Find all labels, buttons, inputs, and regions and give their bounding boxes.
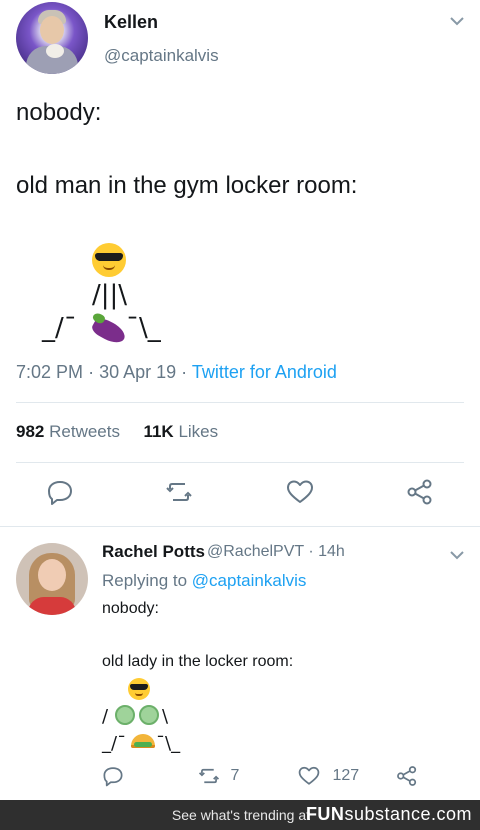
art-row3-left: _/¯ xyxy=(42,313,77,343)
retweets-label[interactable]: Retweets xyxy=(49,422,120,441)
share-icon xyxy=(407,479,432,505)
tweet-time: 7:02 PM xyxy=(16,362,84,382)
likes-label[interactable]: Likes xyxy=(178,422,218,441)
mouth xyxy=(103,265,115,270)
retweet-button[interactable] xyxy=(165,478,193,506)
eggplant-cap xyxy=(91,311,107,326)
reply-time: 14h xyxy=(318,543,345,560)
reply-author-name[interactable]: Rachel Potts xyxy=(102,542,205,562)
avatar-face xyxy=(40,16,64,44)
watermark-footer: See what's trending at FUNsubstance.com xyxy=(0,800,480,830)
footer-brand-bold: FUN xyxy=(305,804,345,824)
sunglasses-emoji-icon xyxy=(128,678,150,700)
main-tweet: Kellen @captainkalvis nobody: old man in… xyxy=(0,0,480,526)
tweet-text-line1: nobody: xyxy=(16,99,102,126)
reply-reply-button[interactable] xyxy=(102,765,124,789)
reply-text-line2: old lady in the locker room: xyxy=(102,653,294,670)
footer-text: See what's trending at xyxy=(171,807,310,823)
reply-tweet[interactable]: Rachel Potts @RachelPVT · 14h Replying t… xyxy=(0,527,480,800)
reply-author-handle[interactable]: @RachelPVT xyxy=(207,543,304,560)
avatar-shirt xyxy=(28,597,76,615)
tweet-stats: 982 Retweets 11K Likes xyxy=(16,422,218,442)
reply-icon xyxy=(103,767,123,787)
reply-retweet-button[interactable]: 7 xyxy=(198,765,239,789)
meta-dot: · xyxy=(308,543,319,560)
melon-emoji-icon xyxy=(139,705,159,725)
retweets-count[interactable]: 982 xyxy=(16,422,44,441)
reply-avatar[interactable] xyxy=(16,543,88,615)
reply-art-row2-right: \ xyxy=(162,706,169,727)
chevron-down-icon[interactable] xyxy=(450,548,464,562)
reply-art-row3-right: ¯\_ xyxy=(156,733,181,754)
avatar-face xyxy=(38,559,66,591)
avatar[interactable] xyxy=(16,2,88,74)
footer-brand[interactable]: FUNsubstance.com xyxy=(306,804,472,825)
art-row2: /||\ xyxy=(92,280,128,310)
replying-to: Replying to @captainkalvis xyxy=(102,571,306,591)
tweet-source-link[interactable]: Twitter for Android xyxy=(192,362,337,382)
avatar-pet xyxy=(46,44,64,58)
glasses xyxy=(95,253,123,261)
retweet-icon xyxy=(166,483,192,501)
meta-dot: · xyxy=(88,362,100,382)
likes-count[interactable]: 11K xyxy=(143,422,173,441)
chevron-down-icon[interactable] xyxy=(450,14,464,28)
reply-retweet-count: 7 xyxy=(230,767,240,785)
replying-prefix: Replying to xyxy=(102,571,188,590)
reply-like-count: 127 xyxy=(332,767,360,785)
reply-meta: @RachelPVT · 14h xyxy=(207,543,345,561)
art-row3-right: ¯\_ xyxy=(126,313,161,343)
footer-brand-rest: substance.com xyxy=(344,804,472,824)
mouth xyxy=(135,693,143,696)
share-button[interactable] xyxy=(406,478,434,506)
divider xyxy=(16,402,464,403)
meta-dot: · xyxy=(181,362,192,382)
reply-like-button[interactable]: 127 xyxy=(298,765,359,789)
like-icon xyxy=(298,766,320,785)
author-handle[interactable]: @captainkalvis xyxy=(104,46,219,66)
reply-button[interactable] xyxy=(46,478,74,506)
tweet-date: 30 Apr 19 xyxy=(99,362,177,382)
reply-art-row2-left: / xyxy=(102,706,109,727)
retweet-icon xyxy=(198,768,220,784)
reply-icon xyxy=(48,481,72,505)
author-name[interactable]: Kellen xyxy=(104,12,158,33)
melon-emoji-icon xyxy=(115,705,135,725)
reply-share-button[interactable] xyxy=(396,765,418,789)
eggplant-emoji-icon xyxy=(89,311,129,347)
reply-art-row3-left: _/¯ xyxy=(102,733,127,754)
sunglasses-emoji-icon xyxy=(92,243,126,277)
tweet-text-line2: old man in the gym locker room: xyxy=(16,172,358,199)
reply-text-line1: nobody: xyxy=(102,600,159,617)
taco-emoji-icon xyxy=(131,734,155,748)
tweet-meta: 7:02 PM · 30 Apr 19 · Twitter for Androi… xyxy=(16,362,337,383)
like-icon xyxy=(287,480,313,503)
replying-to-link[interactable]: @captainkalvis xyxy=(192,571,307,590)
divider xyxy=(16,462,464,463)
like-button[interactable] xyxy=(286,478,314,506)
glasses xyxy=(130,684,148,690)
share-icon xyxy=(397,766,417,786)
